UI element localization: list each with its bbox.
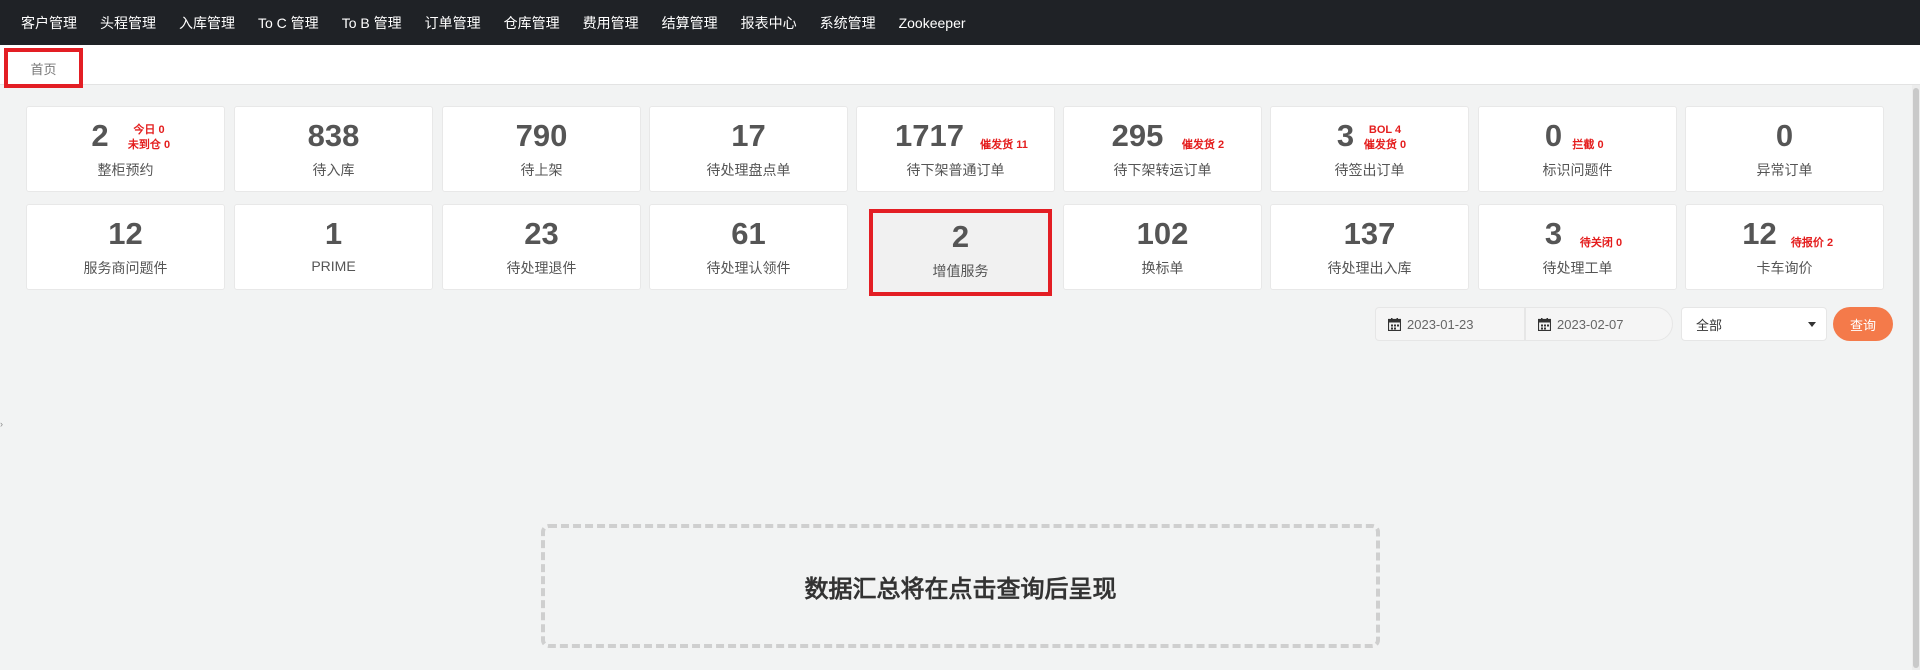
query-button[interactable]: 查询 xyxy=(1833,307,1893,341)
nav-report-center[interactable]: 报表中心 xyxy=(741,13,797,33)
summary-placeholder: 数据汇总将在点击查询后呈现 xyxy=(541,524,1380,648)
card-value: 1 xyxy=(324,216,343,251)
scope-select[interactable]: 全部 xyxy=(1681,307,1827,341)
card-label: 待签出订单 xyxy=(1334,162,1405,178)
scrollbar-thumb[interactable] xyxy=(1913,88,1919,668)
card-label: 待处理盘点单 xyxy=(706,162,791,178)
nav-first-leg-management[interactable]: 头程管理 xyxy=(100,13,156,33)
card-label: 待入库 xyxy=(312,162,355,178)
start-date-value: 2023-01-23 xyxy=(1407,316,1474,332)
card-label: 待处理认领件 xyxy=(706,260,791,276)
calendar-icon xyxy=(1388,317,1401,331)
card-pending-putaway[interactable]: 790 待上架 xyxy=(442,106,641,192)
nav-warehouse-management[interactable]: 仓库管理 xyxy=(504,13,560,33)
nav-order-management[interactable]: 订单管理 xyxy=(425,13,481,33)
card-label: 异常订单 xyxy=(1756,162,1813,178)
card-label: 待下架转运订单 xyxy=(1113,162,1212,178)
card-value-added-services[interactable]: 2 增值服务 xyxy=(869,209,1052,296)
card-exception-orders[interactable]: 0 异常订单 xyxy=(1685,106,1884,192)
end-date-value: 2023-02-07 xyxy=(1557,316,1624,332)
card-label: PRIME xyxy=(311,258,356,274)
card-value: 2 xyxy=(951,219,970,254)
card-value: 0 xyxy=(1775,118,1794,153)
card-label: 待处理工单 xyxy=(1542,260,1613,276)
card-label: 服务商问题件 xyxy=(83,260,168,276)
summary-placeholder-text: 数据汇总将在点击查询后呈现 xyxy=(804,575,1117,603)
card-badge: 未到仓 0 xyxy=(127,139,171,151)
card-value: 790 xyxy=(515,118,568,153)
card-truck-quotes[interactable]: 12 待报价 2 卡车询价 xyxy=(1685,204,1884,290)
card-label-issues[interactable]: 0 拦截 0 标识问题件 xyxy=(1478,106,1677,192)
card-badge: 今日 0 xyxy=(133,124,165,136)
card-label: 待下架普通订单 xyxy=(906,162,1005,178)
card-provider-issues[interactable]: 12 服务商问题件 xyxy=(26,204,225,290)
card-prime[interactable]: 1 PRIME xyxy=(234,204,433,290)
start-date-input[interactable]: 2023-01-23 xyxy=(1375,307,1525,341)
card-value: 12 xyxy=(108,216,143,251)
card-badge: 待报价 2 xyxy=(1790,237,1834,249)
card-label: 待处理退件 xyxy=(506,260,577,276)
card-value: 12 xyxy=(1742,216,1777,251)
sidebar-toggle-icon[interactable]: › xyxy=(0,419,3,429)
card-label: 待处理出入库 xyxy=(1327,260,1412,276)
card-badge: 待关闭 0 xyxy=(1579,237,1623,249)
card-label: 增值服务 xyxy=(932,263,989,279)
card-value: 0 xyxy=(1544,118,1563,153)
card-label: 卡车询价 xyxy=(1756,260,1813,276)
caret-down-icon xyxy=(1808,322,1816,327)
nav-fee-management[interactable]: 费用管理 xyxy=(583,13,639,33)
end-date-input[interactable]: 2023-02-07 xyxy=(1525,307,1673,341)
card-value: 2 xyxy=(91,118,109,153)
calendar-icon xyxy=(1538,317,1551,331)
nav-system-management[interactable]: 系统管理 xyxy=(820,13,876,33)
card-pending-returns[interactable]: 23 待处理退件 xyxy=(442,204,641,290)
nav-tob-management[interactable]: To B 管理 xyxy=(342,13,402,33)
top-navigation: 客户管理 头程管理 入库管理 To C 管理 To B 管理 订单管理 仓库管理… xyxy=(0,0,1920,45)
card-value: 838 xyxy=(307,118,360,153)
card-badge: 拦截 0 xyxy=(1572,139,1604,151)
card-container-booking[interactable]: 2 今日 0 未到仓 0 整柜预约 xyxy=(26,106,225,192)
card-value: 102 xyxy=(1136,216,1189,251)
card-label: 换标单 xyxy=(1141,260,1184,276)
nav-toc-management[interactable]: To C 管理 xyxy=(258,13,319,33)
card-pending-inbound[interactable]: 838 待入库 xyxy=(234,106,433,192)
card-label: 整柜预约 xyxy=(97,162,154,178)
nav-zookeeper[interactable]: Zookeeper xyxy=(899,15,966,31)
card-pending-claims[interactable]: 61 待处理认领件 xyxy=(649,204,848,290)
card-value: 23 xyxy=(524,216,559,251)
scope-select-value: 全部 xyxy=(1696,317,1723,333)
nav-settlement-management[interactable]: 结算管理 xyxy=(662,13,718,33)
nav-customer-management[interactable]: 客户管理 xyxy=(21,13,77,33)
tab-home[interactable]: 首页 xyxy=(4,48,83,88)
nav-inbound-management[interactable]: 入库管理 xyxy=(179,13,235,33)
card-label: 待上架 xyxy=(520,162,563,178)
card-label: 标识问题件 xyxy=(1542,162,1613,178)
card-badge: BOL 4 xyxy=(1368,124,1402,136)
card-relabel-orders[interactable]: 102 换标单 xyxy=(1063,204,1262,290)
card-badge: 催发货 0 xyxy=(1363,139,1407,151)
card-value: 61 xyxy=(731,216,766,251)
tab-bar: 首页 xyxy=(0,45,1920,88)
